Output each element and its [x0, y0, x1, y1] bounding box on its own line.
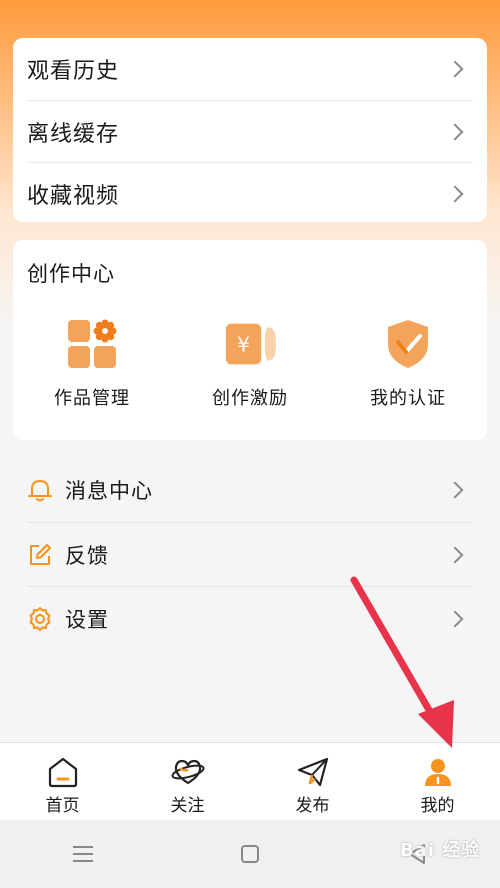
- bell-icon: [28, 479, 52, 502]
- menu-row-settings[interactable]: 设置: [27, 586, 473, 650]
- chevron-right-icon: [446, 185, 464, 202]
- gear-icon: [29, 606, 51, 631]
- creator-item-works-management[interactable]: 作品管理: [13, 318, 171, 410]
- menu-row-label: 收藏视频: [27, 183, 120, 209]
- chevron-right-icon: [446, 123, 464, 140]
- tab-mine[interactable]: 我的: [375, 743, 500, 820]
- creator-center-card: 创作中心 作品管理 ¥ 创作激励 我的认证: [13, 240, 487, 440]
- creator-center-title: 创作中心: [27, 262, 115, 286]
- menu-icon[interactable]: [70, 841, 96, 867]
- menu-row-favorite-videos[interactable]: 收藏视频: [27, 162, 473, 224]
- creator-item-label: 我的认证: [370, 388, 446, 409]
- menu-row-watch-history[interactable]: 观看历史: [27, 38, 473, 100]
- tab-label: 首页: [45, 796, 80, 816]
- tab-home[interactable]: 首页: [0, 743, 125, 820]
- edit-icon: [30, 543, 51, 565]
- menu-row-feedback[interactable]: 反馈: [27, 522, 473, 586]
- tab-publish[interactable]: 发布: [250, 743, 375, 820]
- creator-item-label: 作品管理: [54, 388, 130, 409]
- watermark: Bai 经验: [400, 840, 481, 861]
- paper-plane-icon: [297, 757, 328, 787]
- chevron-right-icon: [446, 481, 464, 499]
- tab-label: 我的: [420, 796, 455, 816]
- grid-icon: [68, 319, 117, 368]
- svg-text:¥: ¥: [237, 332, 250, 356]
- menu-row-label: 设置: [65, 607, 109, 632]
- history-cache-favorites-card: 观看历史 离线缓存 收藏视频: [13, 38, 487, 222]
- chevron-right-icon: [446, 610, 464, 627]
- shield-check-icon: [388, 320, 428, 368]
- chevron-right-icon: [446, 546, 464, 563]
- heart-planet-icon: [170, 759, 205, 785]
- chevron-right-icon: [446, 60, 464, 78]
- bottom-tab-bar: 首页 关注 发布 我的: [0, 742, 500, 820]
- creator-item-my-certification[interactable]: 我的认证: [329, 318, 487, 410]
- menu-row-label: 离线缓存: [27, 121, 120, 147]
- yuan-card-icon: ¥: [225, 323, 276, 365]
- tab-follow[interactable]: 关注: [125, 743, 250, 820]
- menu-row-message-center[interactable]: 消息中心: [27, 458, 473, 522]
- creator-item-label: 创作激励: [212, 388, 288, 409]
- user-icon: [424, 759, 451, 786]
- menu-row-label: 消息中心: [65, 479, 153, 503]
- settings-list: 消息中心 反馈 设置: [13, 458, 487, 654]
- menu-row-label: 反馈: [65, 543, 109, 568]
- creator-item-creation-incentive[interactable]: ¥ 创作激励: [171, 318, 329, 410]
- menu-row-label: 观看历史: [27, 59, 120, 84]
- home-icon: [48, 757, 77, 788]
- home-square-icon[interactable]: [237, 841, 263, 867]
- menu-row-offline-cache[interactable]: 离线缓存: [27, 100, 473, 162]
- tab-label: 关注: [170, 796, 205, 816]
- tab-label: 发布: [295, 796, 330, 816]
